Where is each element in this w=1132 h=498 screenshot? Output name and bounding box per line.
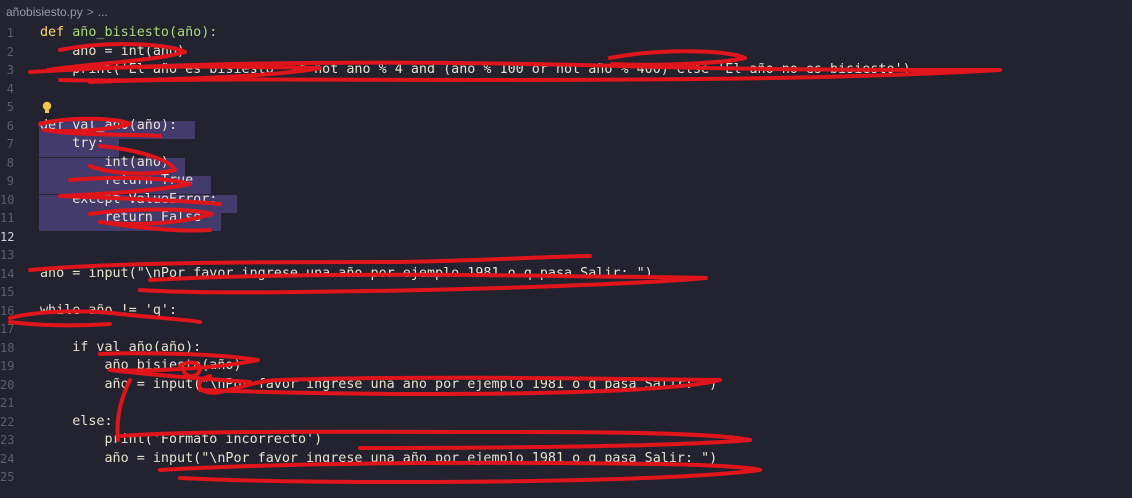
code-line-14: año = input("\nPor favor ingrese una año…	[40, 265, 653, 281]
line-number: 6	[6, 118, 14, 133]
lightbulb-icon[interactable]	[41, 101, 53, 115]
line-number: 16	[0, 303, 15, 318]
line-number: 2	[6, 44, 14, 59]
line-number: 1	[6, 26, 14, 40]
line-number: 13	[0, 248, 15, 262]
line-number: 18	[0, 340, 15, 355]
line-number: 4	[6, 81, 14, 96]
line-number: 17	[0, 322, 15, 336]
line-number: 14	[0, 266, 15, 281]
line-number: 19	[0, 359, 15, 373]
line-number: 25	[0, 470, 15, 484]
code-line-23: print('Formato incorrecto')	[40, 432, 323, 447]
line-number: 20	[0, 377, 15, 392]
chevron-right-icon: >	[86, 5, 94, 19]
breadcrumb-file[interactable]: añobisiesto.py	[6, 5, 83, 19]
code-line-1: def año_bisiesto(año):	[40, 24, 217, 43]
line-number: 23	[0, 433, 15, 447]
line-number: 8	[6, 155, 14, 170]
code-line-11: return False	[40, 210, 202, 225]
code-line-6: def val_año(año):	[40, 117, 178, 133]
code-line-19: año_bisiesto(año)	[40, 358, 242, 373]
keyword-def: def	[40, 25, 65, 40]
breadcrumb-more[interactable]: ...	[98, 5, 108, 19]
line-number: 15	[0, 285, 15, 299]
code-line-24: año = input("\nPor favor ingrese una año…	[40, 450, 718, 466]
function-signature: año_bisiesto(año):	[64, 25, 218, 40]
code-line-3: print('El año es bisiesto' if not año % …	[40, 62, 911, 77]
code-line-8: int(año)	[40, 154, 169, 170]
breadcrumb[interactable]: añobisiesto.py > ...	[0, 0, 1132, 24]
line-number: 9	[6, 174, 14, 188]
line-number: 5	[6, 100, 14, 114]
code-line-2: año = int(año)	[40, 43, 186, 59]
code-line-10: except ValueError:	[40, 191, 218, 207]
line-number-active: 12	[0, 229, 15, 244]
line-number: 24	[0, 451, 15, 466]
code-line-22: else:	[40, 413, 113, 429]
line-number: 7	[6, 137, 14, 151]
code-line-9: return True	[40, 173, 194, 188]
line-number: 21	[0, 396, 15, 410]
line-number: 22	[0, 414, 15, 429]
line-number: 3	[6, 63, 14, 77]
code-line-7: try:	[40, 136, 105, 151]
code-line-16: while año != 'q':	[40, 302, 178, 318]
line-number: 10	[0, 192, 15, 207]
line-number: 11	[0, 211, 15, 225]
code-line-18: if val_año(año):	[40, 339, 202, 355]
code-line-20: año = input("\nPor favor ingrese una año…	[40, 376, 718, 392]
